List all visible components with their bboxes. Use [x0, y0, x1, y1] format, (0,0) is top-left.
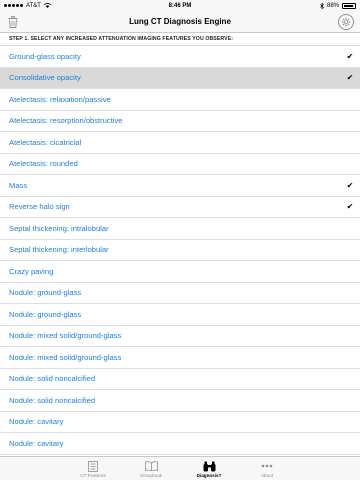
tab-about[interactable]: About: [250, 457, 284, 480]
list-item-label: Ground-glass opacity: [9, 51, 81, 61]
list-item-label: Atelectasis: cicatricial: [9, 137, 82, 147]
bluetooth-icon: [320, 2, 324, 9]
settings-button[interactable]: [338, 14, 354, 30]
list-item-label: Crazy paving: [9, 266, 54, 276]
list-item[interactable]: Reverse halo sign ✔: [0, 196, 360, 218]
trash-icon: [8, 16, 18, 28]
list-icon: [88, 460, 98, 472]
checkmark-icon: ✔: [346, 202, 354, 212]
tab-label: Scrapbook: [140, 473, 162, 478]
list-item-label: Atelectasis: resorption/obstructive: [9, 116, 123, 126]
tab-scrapbook[interactable]: Scrapbook: [134, 457, 168, 480]
feature-list: Ground-glass opacity ✔ Consolidative opaci…: [0, 45, 360, 476]
gear-icon: [341, 17, 351, 27]
list-item[interactable]: Nodule: mixed solid/ground-glass: [0, 347, 360, 369]
more-icon: [261, 460, 273, 472]
list-item[interactable]: Septal thickening: interlobular: [0, 239, 360, 261]
section-header: STEP 1. SELECT ANY INCREASED ATTENUATION…: [0, 33, 360, 45]
list-item-label: Nodule: cavitary: [9, 417, 64, 427]
wifi-icon: [43, 3, 51, 8]
checkmark-icon: ✔: [346, 73, 354, 83]
list-item-label: Nodule: mixed solid/ground-glass: [9, 331, 122, 341]
list-item[interactable]: Consolidative opacity ✔: [0, 67, 360, 89]
tab-bar: CT Features Scrapbook Diagnosis? About: [0, 456, 360, 480]
tab-label: CT Features: [80, 473, 106, 478]
list-item-label: Nodule: solid noncalcified: [9, 374, 96, 384]
list-item[interactable]: Nodule: solid noncalcified: [0, 390, 360, 412]
list-item[interactable]: Nodule: solid noncalcified: [0, 368, 360, 390]
tab-label: Diagnosis?: [196, 473, 222, 478]
list-item[interactable]: Nodule: mixed solid/ground-glass: [0, 325, 360, 347]
trash-button[interactable]: [6, 15, 20, 29]
tab-ct-features[interactable]: CT Features: [76, 457, 110, 480]
status-bar: AT&T 8:46 PM 88%: [0, 0, 360, 11]
list-item[interactable]: Ground-glass opacity ✔: [0, 46, 360, 68]
list-item-label: Consolidative opacity: [9, 73, 81, 83]
list-item-label: Nodule: ground-glass: [9, 309, 82, 319]
tab-label: About: [260, 473, 273, 478]
list-item[interactable]: Septal thickening: intralobular: [0, 218, 360, 240]
list-item-label: Atelectasis: relaxation/passive: [9, 94, 111, 104]
clock: 8:46 PM: [168, 2, 192, 9]
carrier-label: AT&T: [26, 2, 41, 9]
list-item[interactable]: Nodule: cavitary: [0, 433, 360, 455]
list-item-label: Septal thickening: interlobular: [9, 245, 109, 255]
list-item-label: Mass: [9, 180, 28, 190]
list-item-label: Nodule: mixed solid/ground-glass: [9, 352, 122, 362]
list-item[interactable]: Crazy paving: [0, 261, 360, 283]
list-item-label: Septal thickening: intralobular: [9, 223, 109, 233]
list-item-label: Reverse halo sign: [9, 202, 70, 212]
list-item-label: Nodule: cavitary: [9, 438, 64, 448]
checkmark-icon: ✔: [346, 180, 354, 190]
list-item[interactable]: Mass ✔: [0, 175, 360, 197]
list-item[interactable]: Nodule: ground-glass: [0, 304, 360, 326]
book-icon: [144, 460, 158, 472]
list-item-label: Atelectasis: rounded: [9, 159, 78, 169]
checkmark-icon: ✔: [346, 51, 354, 61]
signal-icon: [4, 4, 23, 7]
tab-diagnosis[interactable]: Diagnosis?: [192, 457, 226, 480]
binoculars-icon: [203, 460, 216, 472]
list-item[interactable]: Nodule: ground-glass: [0, 282, 360, 304]
navigation-bar: Lung CT Diagnosis Engine: [0, 11, 360, 33]
list-item[interactable]: Nodule: cavitary: [0, 411, 360, 433]
battery-icon: [342, 2, 356, 9]
list-item-label: Nodule: solid noncalcified: [9, 395, 96, 405]
list-item[interactable]: Atelectasis: cicatricial: [0, 132, 360, 154]
page-title: Lung CT Diagnosis Engine: [129, 17, 231, 26]
battery-percent: 88%: [326, 2, 339, 9]
list-item[interactable]: Atelectasis: rounded: [0, 153, 360, 175]
list-item[interactable]: Atelectasis: resorption/obstructive: [0, 110, 360, 132]
list-item[interactable]: Atelectasis: relaxation/passive: [0, 89, 360, 111]
list-item-label: Nodule: ground-glass: [9, 288, 82, 298]
